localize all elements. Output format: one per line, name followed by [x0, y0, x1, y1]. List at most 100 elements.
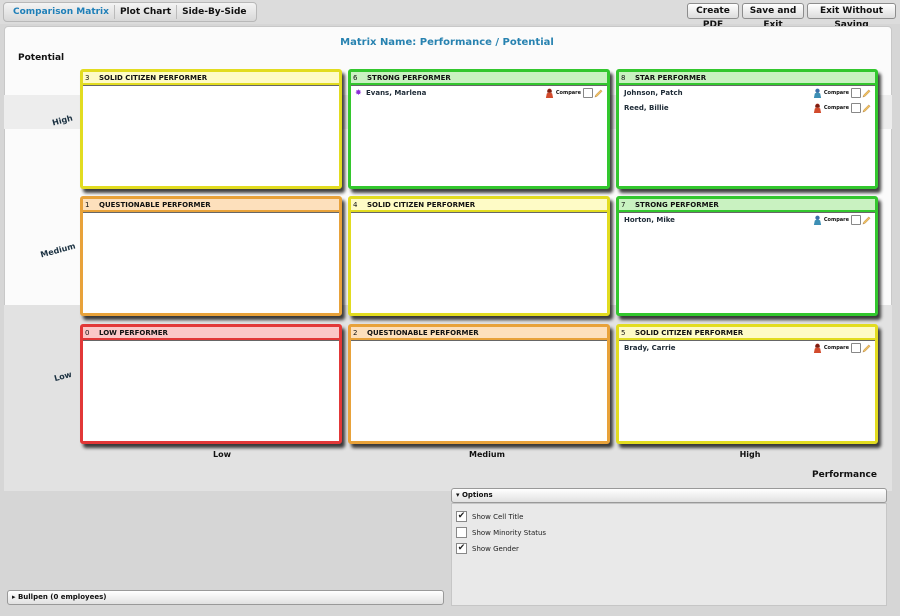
option-label: Show Cell Title [472, 512, 524, 521]
cell-number: 0 [85, 328, 90, 337]
option-label: Show Gender [472, 544, 519, 553]
checkbox-show-gender[interactable]: ✔ [456, 543, 467, 554]
matrix-cell-5[interactable]: 5 SOLID CITIZEN PERFORMER Brady, Carrie Com… [616, 324, 878, 444]
employee-name[interactable]: Horton, Mike [624, 216, 675, 224]
cell-number: 1 [85, 200, 90, 209]
compare-label: Compare [823, 217, 849, 223]
cell-body: ✸ Evans, Marlena Compare [351, 85, 607, 186]
matrix-cell-6[interactable]: 6 STRONG PERFORMER ✸ Evans, Marlena Compare [348, 69, 610, 189]
tab-side-by-side[interactable]: Side-By-Side [176, 5, 251, 19]
female-person-icon [545, 88, 554, 98]
matrix-cell-2[interactable]: 2 QUESTIONABLE PERFORMER [348, 324, 610, 444]
employee-controls: Compare [813, 215, 871, 225]
performance-axis-label: Performance [812, 470, 877, 480]
compare-checkbox[interactable] [583, 88, 593, 98]
matrix-cell-8[interactable]: 8 STAR PERFORMER Johnson, Patch Compare Reed… [616, 69, 878, 189]
compare-checkbox[interactable] [851, 343, 861, 353]
cell-body: Brady, Carrie Compare [619, 340, 875, 441]
checkbox-show-cell-title[interactable]: ✔ [456, 511, 467, 522]
cell-header: 0 LOW PERFORMER [83, 327, 339, 340]
cell-header: 8 STAR PERFORMER [619, 72, 875, 85]
cell-number: 2 [353, 328, 358, 337]
checkbox-show-minority-status[interactable] [456, 527, 467, 538]
save-and-exit-button[interactable]: Save and Exit [742, 3, 804, 30]
option-show-gender[interactable]: ✔ Show Gender [456, 543, 519, 554]
employee-name[interactable]: Evans, Marlena [366, 89, 426, 97]
employee-name[interactable]: Brady, Carrie [624, 344, 676, 352]
cell-header: 3 SOLID CITIZEN PERFORMER [83, 72, 339, 85]
cell-title: QUESTIONABLE PERFORMER [99, 200, 211, 209]
employee-row[interactable]: Johnson, Patch Compare [619, 86, 875, 101]
cell-title: STRONG PERFORMER [635, 200, 719, 209]
option-show-minority-status[interactable]: Show Minority Status [456, 527, 546, 538]
female-person-icon [813, 103, 822, 113]
employee-name[interactable]: Johnson, Patch [624, 89, 683, 97]
employee-row[interactable]: Reed, Billie Compare [619, 101, 875, 116]
compare-label: Compare [823, 90, 849, 96]
pencil-icon[interactable] [594, 89, 603, 98]
potential-axis-label: Potential [18, 53, 65, 63]
employee-controls: Compare [813, 103, 871, 113]
options-toggle[interactable]: ▾ Options [451, 488, 887, 503]
bullpen-toggle[interactable]: ▸ Bullpen (0 employees) [7, 590, 444, 605]
view-tabs: Comparison Matrix Plot Chart Side-By-Sid… [3, 2, 257, 22]
employee-controls: Compare [813, 343, 871, 353]
cell-title: SOLID CITIZEN PERFORMER [367, 200, 476, 209]
cell-number: 6 [353, 73, 358, 82]
employee-row[interactable]: ✸ Evans, Marlena Compare [351, 86, 607, 101]
cell-body: Johnson, Patch Compare Reed, Billie Compare [619, 85, 875, 186]
col-label-medium: Medium [469, 450, 505, 459]
option-label: Show Minority Status [472, 528, 547, 537]
cell-header: 2 QUESTIONABLE PERFORMER [351, 327, 607, 340]
compare-label: Compare [555, 90, 581, 96]
male-person-icon [813, 215, 822, 225]
cell-number: 4 [353, 200, 358, 209]
compare-label: Compare [823, 105, 849, 111]
compare-checkbox[interactable] [851, 215, 861, 225]
create-pdf-button[interactable]: Create PDF [687, 3, 739, 30]
female-person-icon [813, 343, 822, 353]
pencil-icon[interactable] [862, 216, 871, 225]
matrix-cell-1[interactable]: 1 QUESTIONABLE PERFORMER [80, 196, 342, 316]
employee-controls: Compare [545, 88, 603, 98]
cell-title: SOLID CITIZEN PERFORMER [99, 73, 208, 82]
cell-header: 7 STRONG PERFORMER [619, 199, 875, 212]
tab-comparison-matrix[interactable]: Comparison Matrix [8, 5, 114, 19]
compare-checkbox[interactable] [851, 88, 861, 98]
cell-number: 5 [621, 328, 626, 337]
matrix-cell-0[interactable]: 0 LOW PERFORMER [80, 324, 342, 444]
matrix-cell-7[interactable]: 7 STRONG PERFORMER Horton, Mike Compare [616, 196, 878, 316]
employee-row[interactable]: Brady, Carrie Compare [619, 341, 875, 356]
matrix-cell-4[interactable]: 4 SOLID CITIZEN PERFORMER [348, 196, 610, 316]
cell-number: 8 [621, 73, 626, 82]
pencil-icon[interactable] [862, 89, 871, 98]
employee-name[interactable]: Reed, Billie [624, 104, 669, 112]
compare-checkbox[interactable] [851, 103, 861, 113]
cell-header: 4 SOLID CITIZEN PERFORMER [351, 199, 607, 212]
exit-without-saving-button[interactable]: Exit Without Saving [807, 3, 896, 30]
pencil-icon[interactable] [862, 104, 871, 113]
cell-title: QUESTIONABLE PERFORMER [367, 328, 479, 337]
cell-title: STRONG PERFORMER [367, 73, 451, 82]
option-show-cell-title[interactable]: ✔ Show Cell Title [456, 511, 523, 522]
cell-body: Horton, Mike Compare [619, 212, 875, 313]
matrix-cell-3[interactable]: 3 SOLID CITIZEN PERFORMER [80, 69, 342, 189]
cell-body [351, 340, 607, 441]
cell-number: 3 [85, 73, 90, 82]
cell-title: STAR PERFORMER [635, 73, 707, 82]
matrix-name-title: Matrix Name: Performance / Potential [340, 37, 554, 48]
tab-plot-chart[interactable]: Plot Chart [113, 5, 176, 19]
male-person-icon [813, 88, 822, 98]
employee-row[interactable]: Horton, Mike Compare [619, 213, 875, 228]
cell-title: SOLID CITIZEN PERFORMER [635, 328, 744, 337]
bullpen-label: Bullpen (0 employees) [17, 593, 107, 601]
pencil-icon[interactable] [862, 344, 871, 353]
cell-title: LOW PERFORMER [99, 328, 168, 337]
cell-header: 5 SOLID CITIZEN PERFORMER [619, 327, 875, 340]
compare-label: Compare [823, 345, 849, 351]
top-bar: Comparison Matrix Plot Chart Side-By-Sid… [0, 0, 900, 30]
cell-body [83, 85, 339, 186]
cell-number: 7 [621, 200, 626, 209]
cell-header: 6 STRONG PERFORMER [351, 72, 607, 85]
cell-body [351, 212, 607, 313]
